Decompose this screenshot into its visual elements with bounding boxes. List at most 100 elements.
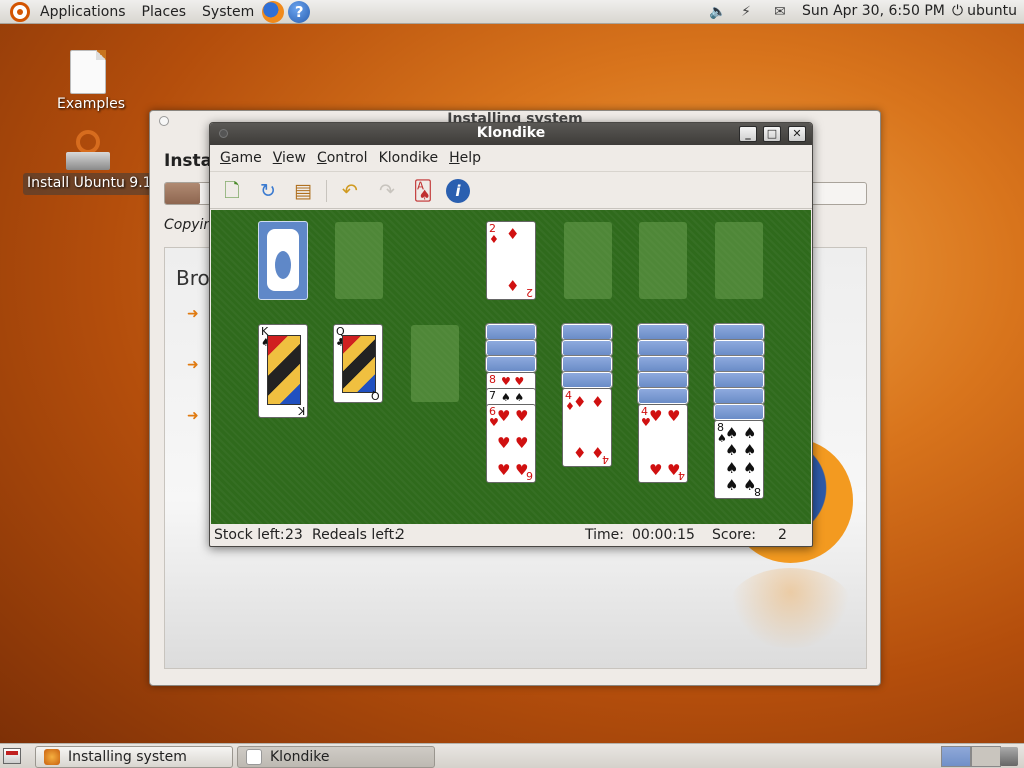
- card-rank-bottom: K: [297, 404, 305, 417]
- time-value: 00:00:15: [632, 527, 695, 543]
- examples-label[interactable]: Examples: [57, 96, 125, 112]
- menu-view-mnemonic: V: [272, 149, 282, 166]
- tableau-card-king-spades[interactable]: K ♠ K: [258, 324, 308, 418]
- klondike-menubar: Game View Control Klondike Help: [210, 145, 812, 170]
- installer-heading: Insta: [164, 151, 213, 171]
- pip: ♠: [725, 441, 739, 459]
- examples-folder-icon[interactable]: [70, 50, 106, 94]
- network-icon[interactable]: ⚡: [736, 4, 756, 20]
- mail-icon[interactable]: ✉: [770, 4, 790, 20]
- game-board[interactable]: 2 ♦ ♦ ♦ 2 K ♠ K Q ♣ Q 8 ♥ ♥ 7 ♠ ♠ 6 ♥ ♥ …: [211, 210, 811, 524]
- redo-icon: ↷: [379, 180, 395, 202]
- minimize-button[interactable]: _: [739, 126, 757, 142]
- waste-top-card[interactable]: 2 ♦ ♦ ♦ 2: [486, 221, 536, 300]
- help-launcher-icon[interactable]: ?: [288, 0, 311, 23]
- firefox-reflection: [728, 568, 853, 648]
- tableau-card-4-hearts[interactable]: 4 ♥ ♥ ♥ ♥ ♥ 4: [638, 404, 688, 483]
- tableau-card-8-spades[interactable]: 8 ♠ ♠ ♠ ♠ ♠ ♠ ♠ ♠ ♠ 8: [714, 420, 764, 499]
- menu-places[interactable]: Places: [142, 4, 187, 20]
- stock-left-value: 23: [285, 527, 303, 543]
- undo-icon[interactable]: ↶: [337, 178, 363, 204]
- face-down-card: [485, 339, 537, 357]
- face-down-card: [713, 403, 765, 421]
- bottom-panel: Installing system Klondike: [0, 743, 1024, 768]
- face-down-card: [561, 355, 613, 373]
- menu-control-mnemonic: C: [316, 149, 327, 166]
- klondike-task-icon: [246, 749, 262, 765]
- tableau-card-6-hearts[interactable]: 6 ♥ ♥ ♥ ♥ ♥ ♥ ♥ 6: [486, 404, 536, 483]
- tableau-empty-slot[interactable]: [411, 325, 459, 402]
- show-desktop-icon[interactable]: [3, 748, 21, 764]
- pip: ♠: [743, 459, 757, 477]
- menu-help-rest: elp: [459, 149, 481, 166]
- card-rank-bottom: 6: [526, 469, 533, 482]
- waste-slot[interactable]: [335, 222, 383, 299]
- menu-view[interactable]: View: [273, 150, 306, 166]
- face-down-card: [561, 323, 613, 341]
- menu-game-mnemonic: G: [220, 149, 231, 166]
- menu-klondike[interactable]: Klondike: [379, 150, 439, 166]
- restart-icon[interactable]: ↻: [255, 178, 281, 204]
- klondike-titlebar[interactable]: Klondike _ □ ✕: [210, 123, 812, 145]
- pip: ♦: [591, 393, 605, 411]
- workspace-1[interactable]: [941, 746, 971, 767]
- bullet-arrow-icon: ➜: [187, 357, 199, 373]
- firefox-launcher-icon[interactable]: [262, 0, 285, 23]
- card-rank-bottom: 8: [754, 485, 761, 498]
- tableau-card-4-diamonds[interactable]: 4 ♦ ♦ ♦ ♦ ♦ 4: [562, 388, 612, 467]
- time-label: Time:: [585, 527, 624, 543]
- menu-applications[interactable]: Applications: [40, 4, 126, 20]
- taskbar-item-klondike[interactable]: Klondike: [237, 746, 435, 768]
- hint-icon[interactable]: 🂡: [410, 178, 436, 204]
- pip: ♥: [515, 434, 529, 452]
- pip: ♠: [743, 424, 757, 442]
- user-name: ubuntu: [967, 3, 1017, 19]
- installer-status: Copyin: [164, 217, 213, 233]
- pip: ♥: [497, 434, 511, 452]
- card-rank-bottom: 4: [678, 469, 685, 482]
- taskbar-item-label: Klondike: [270, 749, 330, 765]
- stock-pile[interactable]: [258, 221, 308, 300]
- ubuntu-logo-icon[interactable]: [10, 1, 30, 22]
- user-menu[interactable]: ⏻ ubuntu: [952, 3, 1017, 19]
- info-icon[interactable]: i: [446, 179, 470, 203]
- menu-control[interactable]: Control: [317, 150, 368, 166]
- trash-icon[interactable]: [1000, 747, 1018, 766]
- menu-control-rest: ontrol: [326, 149, 368, 166]
- taskbar-item-label: Installing system: [68, 749, 187, 765]
- menu-game[interactable]: Game: [220, 150, 262, 166]
- face-down-card: [485, 355, 537, 373]
- menu-system[interactable]: System: [202, 4, 254, 20]
- menu-help[interactable]: Help: [449, 150, 481, 166]
- klondike-window[interactable]: Klondike _ □ ✕ Game View Control Klondik…: [209, 122, 813, 547]
- face-down-card: [637, 371, 689, 389]
- new-game-icon[interactable]: 🗋: [219, 178, 245, 204]
- foundation-slot[interactable]: [715, 222, 763, 299]
- installer-icon[interactable]: [64, 130, 112, 170]
- pip: ♥: [649, 407, 663, 425]
- select-game-icon[interactable]: ▤: [290, 178, 316, 204]
- slide-title: Bro: [176, 266, 210, 290]
- foundation-slot[interactable]: [564, 222, 612, 299]
- pip: ♦: [573, 444, 587, 462]
- foundation-slot[interactable]: [639, 222, 687, 299]
- taskbar-item-installer[interactable]: Installing system: [35, 746, 233, 768]
- clock[interactable]: Sun Apr 30, 6:50 PM: [802, 3, 945, 19]
- gnome-foot-icon: [267, 229, 299, 291]
- close-button[interactable]: ✕: [788, 126, 806, 142]
- score-value: 2: [778, 527, 787, 543]
- face-down-card: [561, 371, 613, 389]
- bullet-arrow-icon: ➜: [187, 408, 199, 424]
- volume-icon[interactable]: 🔈: [708, 4, 728, 20]
- workspace-2[interactable]: [971, 746, 1001, 767]
- power-icon: ⏻: [952, 3, 964, 19]
- tableau-card-queen-clubs[interactable]: Q ♣ Q: [333, 324, 383, 403]
- pip: ♠: [725, 476, 739, 494]
- install-ubuntu-label[interactable]: Install Ubuntu 9.10: [27, 175, 160, 191]
- pip: ♦: [506, 277, 520, 295]
- system-tray: 🔈 ⚡ ✉: [708, 0, 790, 24]
- menu-view-rest: iew: [281, 149, 306, 166]
- pip: ♠: [725, 459, 739, 477]
- maximize-button[interactable]: □: [763, 126, 781, 142]
- installer-progress-fill: [165, 183, 201, 204]
